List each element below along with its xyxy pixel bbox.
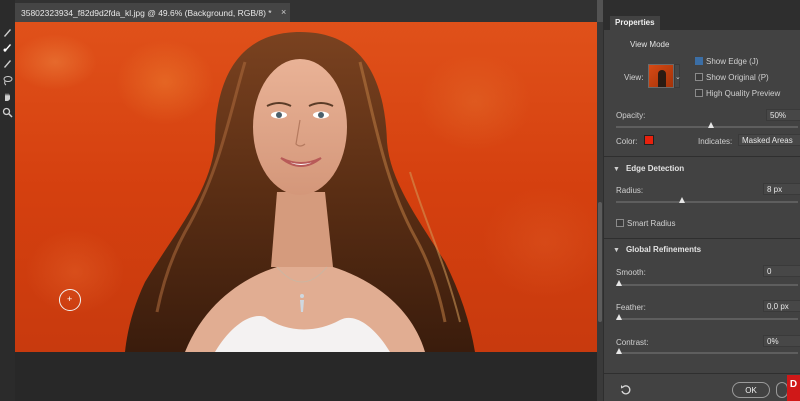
canvas-area[interactable]: [15, 22, 597, 401]
indicates-label: Indicates:: [698, 137, 733, 146]
global-refinements-heading: Global Refinements: [625, 245, 702, 254]
opacity-slider-thumb[interactable]: [708, 122, 714, 128]
brush-icon[interactable]: [1, 57, 14, 70]
edge-detection-heading: Edge Detection: [625, 164, 685, 173]
smooth-field[interactable]: 0: [763, 265, 800, 277]
color-label: Color:: [616, 137, 638, 146]
lasso-icon[interactable]: [1, 74, 14, 87]
tools-toolbar: [0, 0, 15, 401]
chevron-down-icon: ▼: [613, 166, 620, 173]
smooth-label: Smooth:: [616, 268, 646, 277]
feather-field[interactable]: 0,0 px: [763, 300, 800, 312]
document-tab[interactable]: 35802323934_f82d9d2fda_kl.jpg @ 49.6% (B…: [15, 3, 290, 22]
show-edge-label: Show Edge (J): [706, 57, 759, 66]
contrast-slider[interactable]: [616, 352, 798, 354]
high-quality-preview-label: High Quality Preview: [706, 89, 781, 98]
high-quality-preview-checkbox[interactable]: [695, 89, 703, 97]
divider: [604, 156, 800, 157]
hand-icon[interactable]: [1, 90, 14, 103]
brush-cursor: [59, 289, 81, 311]
view-mode-heading: View Mode: [630, 40, 670, 49]
quick-selection-brush-icon[interactable]: [1, 26, 14, 39]
feather-label: Feather:: [616, 303, 646, 312]
close-icon[interactable]: ×: [281, 7, 286, 17]
opacity-label: Opacity:: [616, 111, 646, 120]
show-edge-checkbox[interactable]: [695, 57, 703, 65]
document-tab-bar: 35802323934_f82d9d2fda_kl.jpg @ 49.6% (B…: [15, 0, 597, 22]
contrast-field[interactable]: 0%: [763, 335, 800, 347]
opacity-field[interactable]: 50%: [766, 109, 800, 121]
feather-slider-thumb[interactable]: [616, 314, 622, 320]
radius-field[interactable]: 8 px: [763, 183, 800, 195]
smooth-slider[interactable]: [616, 284, 798, 286]
scrollbar-thumb[interactable]: [598, 202, 602, 322]
tab-properties[interactable]: Properties: [610, 16, 660, 30]
indicates-select[interactable]: Masked Areas: [738, 134, 800, 146]
view-label: View:: [624, 73, 644, 82]
contrast-label: Contrast:: [616, 338, 649, 347]
ok-button[interactable]: OK: [732, 382, 770, 398]
divider: [604, 373, 800, 374]
global-refinements-header[interactable]: ▼ Global Refinements: [613, 245, 701, 254]
radius-slider[interactable]: [616, 201, 798, 203]
divider: [604, 238, 800, 239]
properties-panel: Properties View Mode View: ⌄ Show Edge (…: [603, 0, 800, 401]
show-original-label: Show Original (P): [706, 73, 769, 82]
document-tab-title: 35802323934_f82d9d2fda_kl.jpg @ 49.6% (B…: [21, 8, 272, 18]
show-original-checkbox[interactable]: [695, 73, 703, 81]
radius-slider-thumb[interactable]: [679, 197, 685, 203]
portrait-photo: [125, 32, 475, 352]
chevron-down-icon: ▼: [613, 247, 620, 254]
reset-icon[interactable]: [620, 384, 631, 395]
refine-edge-brush-icon[interactable]: [1, 41, 14, 54]
smart-radius-label: Smart Radius: [627, 219, 676, 228]
opacity-slider[interactable]: [616, 126, 798, 128]
zoom-icon[interactable]: [1, 106, 14, 119]
edge-detection-header[interactable]: ▼ Edge Detection: [613, 164, 684, 173]
feather-slider[interactable]: [616, 318, 798, 320]
view-thumbnail-figure: [658, 70, 666, 87]
radius-label: Radius:: [616, 186, 644, 195]
chevron-down-icon[interactable]: ⌄: [674, 64, 681, 88]
document-image[interactable]: [15, 22, 597, 352]
color-swatch[interactable]: [644, 135, 654, 145]
smart-radius-checkbox[interactable]: [616, 219, 624, 227]
view-mode-thumbnail[interactable]: [648, 64, 674, 88]
smooth-slider-thumb[interactable]: [616, 280, 622, 286]
panel-tab-bar: Properties: [604, 0, 800, 30]
contrast-slider-thumb[interactable]: [616, 348, 622, 354]
watermark-logo: D: [787, 375, 800, 401]
